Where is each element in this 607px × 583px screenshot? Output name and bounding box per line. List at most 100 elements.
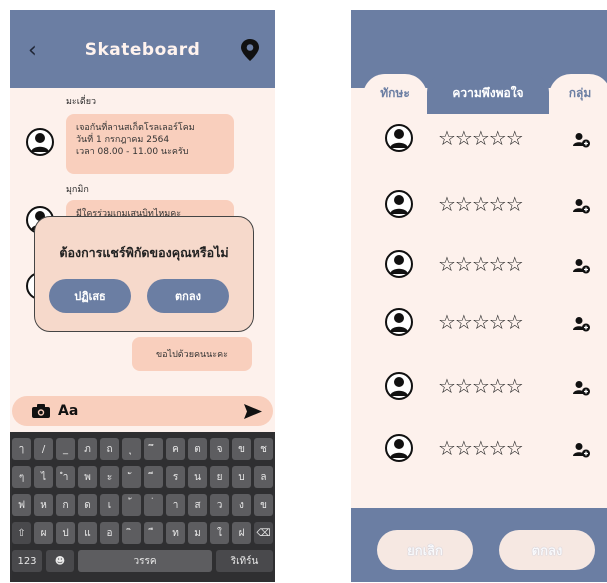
message-sender: มะเดี่ยว — [66, 97, 97, 107]
reject-button[interactable]: ปฏิเสธ — [49, 279, 131, 313]
add-user-icon[interactable] — [573, 380, 591, 396]
key[interactable]: ิ — [122, 522, 141, 544]
location-pin-icon[interactable] — [240, 38, 260, 62]
key[interactable]: ม — [188, 522, 207, 544]
key[interactable]: ฟ — [12, 494, 31, 516]
key[interactable]: ค — [166, 438, 185, 460]
key[interactable]: แ — [78, 522, 97, 544]
key[interactable]: ห — [34, 494, 53, 516]
key[interactable]: ๆ — [12, 466, 31, 488]
backspace-key[interactable]: ⌫ — [254, 522, 273, 544]
key[interactable]: พ — [78, 466, 97, 488]
message-line: วันที่ 1 กรกฎาคม 2564 — [76, 135, 170, 145]
user-avatar-icon — [385, 434, 413, 462]
star-rating[interactable]: ☆☆☆☆☆ — [438, 126, 524, 150]
dialog-question: ต้องการแชร์พิกัดของคุณหรือไม่ — [59, 245, 229, 260]
add-user-icon[interactable] — [573, 198, 591, 214]
key[interactable]: ก — [56, 494, 75, 516]
rating-screen: ทักษะ ความพึงพอใจ กลุ่ม ☆☆☆☆☆ ☆☆☆☆☆ ☆☆☆☆… — [351, 10, 607, 582]
key[interactable]: ป — [56, 522, 75, 544]
keyboard-row: ฟ ห ก ด เ ้ ่ า ส ว ง ข — [12, 494, 273, 516]
key[interactable]: ๅ — [12, 438, 31, 460]
chat-title: Skateboard — [84, 40, 201, 60]
tab-group[interactable]: กลุ่ม — [549, 74, 607, 118]
key[interactable]: ื — [144, 522, 163, 544]
user-avatar-icon — [385, 250, 413, 278]
key[interactable]: ี — [144, 466, 163, 488]
key[interactable]: ่ — [144, 494, 163, 516]
star-rating[interactable]: ☆☆☆☆☆ — [438, 436, 524, 460]
numbers-key[interactable]: 123 — [12, 550, 42, 572]
camera-icon[interactable] — [32, 404, 50, 418]
key[interactable]: ถ — [100, 438, 119, 460]
message-composer[interactable]: Aa — [12, 396, 273, 426]
key[interactable]: น — [188, 466, 207, 488]
emoji-key[interactable]: ☻ — [46, 550, 74, 572]
chat-screen: ‹ Skateboard มะเดี่ยว เจอกันที่ลานสเก็ตโ… — [10, 10, 275, 582]
key[interactable]: / — [34, 438, 53, 460]
key[interactable]: จ — [210, 438, 229, 460]
keyboard-row: ๅ / _ ภ ถ ุ ึ ค ต จ ข ช — [12, 438, 273, 460]
key[interactable]: ท — [166, 522, 185, 544]
cancel-label: ยกเลิก — [407, 543, 443, 559]
star-rating[interactable]: ☆☆☆☆☆ — [438, 374, 524, 398]
add-user-icon[interactable] — [573, 316, 591, 332]
share-location-dialog: ต้องการแชร์พิกัดของคุณหรือไม่ ปฏิเสธ ตกล… — [34, 216, 254, 332]
key[interactable]: ข — [254, 494, 273, 516]
key[interactable]: ข — [232, 438, 251, 460]
user-avatar-icon — [385, 124, 413, 152]
key[interactable]: ึ — [144, 438, 163, 460]
key[interactable]: ด — [78, 494, 97, 516]
key[interactable]: ั — [122, 466, 141, 488]
key[interactable]: ภ — [78, 438, 97, 460]
send-icon[interactable] — [244, 404, 262, 419]
tab-skill[interactable]: ทักษะ — [363, 74, 427, 118]
accept-button[interactable]: ตกลง — [147, 279, 229, 313]
star-rating[interactable]: ☆☆☆☆☆ — [438, 252, 524, 276]
shift-key[interactable]: ⇧ — [12, 522, 31, 544]
tab-satisfaction[interactable]: ความพึงพอใจ — [427, 74, 549, 114]
rating-footer: ยกเลิก ตกลง — [351, 508, 607, 582]
key[interactable]: ำ — [56, 466, 75, 488]
message-line: เวลา 08.00 - 11.00 นะครับ — [76, 147, 189, 157]
add-user-icon[interactable] — [573, 258, 591, 274]
add-user-icon[interactable] — [573, 132, 591, 148]
key[interactable]: ุ — [122, 438, 141, 460]
key[interactable]: ผ — [34, 522, 53, 544]
key[interactable]: ไ — [34, 466, 53, 488]
key[interactable]: า — [166, 494, 185, 516]
key[interactable]: ง — [232, 494, 251, 516]
key[interactable]: ใ — [210, 522, 229, 544]
key[interactable]: ะ — [100, 466, 119, 488]
key[interactable]: ร — [166, 466, 185, 488]
user-avatar-icon — [26, 128, 54, 156]
key[interactable]: _ — [56, 438, 75, 460]
return-key[interactable]: ริเทิร์น — [216, 550, 273, 572]
message-sender: มุกมิก — [66, 185, 89, 195]
star-rating[interactable]: ☆☆☆☆☆ — [438, 192, 524, 216]
add-user-icon[interactable] — [573, 442, 591, 458]
key[interactable]: ช — [254, 438, 273, 460]
thai-keyboard: ๅ / _ ภ ถ ุ ึ ค ต จ ข ช ๆ ไ ำ พ ะ ั ี ร … — [10, 432, 275, 582]
key[interactable]: ส — [188, 494, 207, 516]
reply-bubble: ขอไปด้วยคนนะคะ — [132, 337, 252, 371]
message-line: เจอกันที่ลานสเก็ตโรลเลอร์โคม — [76, 123, 195, 133]
key[interactable]: ว — [210, 494, 229, 516]
key[interactable]: ้ — [122, 494, 141, 516]
message-input[interactable]: Aa — [58, 403, 78, 419]
key[interactable]: ล — [254, 466, 273, 488]
key[interactable]: อ — [100, 522, 119, 544]
space-key[interactable]: วรรค — [78, 550, 212, 572]
star-rating[interactable]: ☆☆☆☆☆ — [438, 310, 524, 334]
key[interactable]: ย — [210, 466, 229, 488]
ok-button[interactable]: ตกลง — [499, 530, 595, 570]
key[interactable]: ฝ — [232, 522, 251, 544]
cancel-button[interactable]: ยกเลิก — [377, 530, 473, 570]
key[interactable]: เ — [100, 494, 119, 516]
keyboard-row: ๆ ไ ำ พ ะ ั ี ร น ย บ ล — [12, 466, 273, 488]
keyboard-row: ⇧ ผ ป แ อ ิ ื ท ม ใ ฝ ⌫ — [12, 522, 273, 544]
key[interactable]: บ — [232, 466, 251, 488]
keyboard-row: 123 ☻ วรรค ริเทิร์น — [12, 550, 273, 572]
key[interactable]: ต — [188, 438, 207, 460]
user-avatar-icon — [385, 308, 413, 336]
